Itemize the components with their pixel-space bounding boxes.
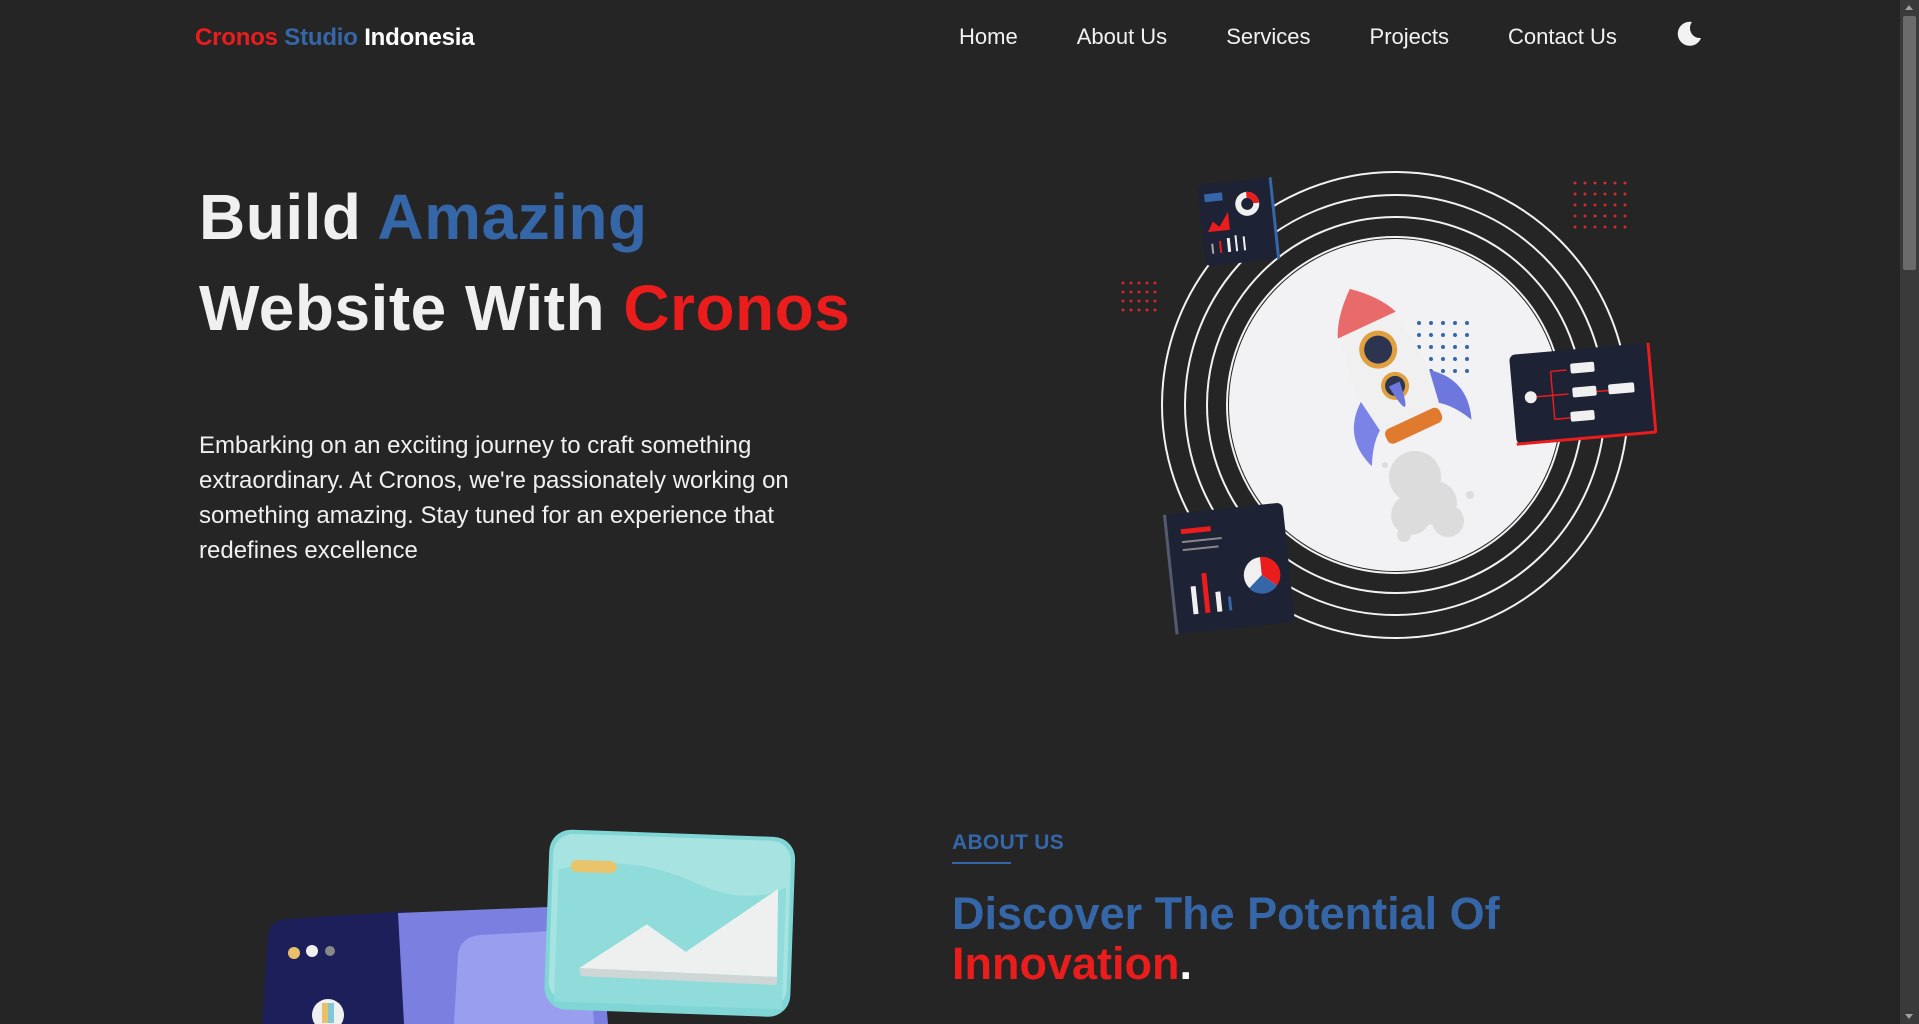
- about-eyebrow-underline: [952, 862, 1011, 864]
- hero-title-amazing: Amazing: [377, 181, 648, 253]
- about-title: Discover The Potential Of Innovation.: [952, 889, 1500, 989]
- logo-part-studio: Studio: [284, 24, 358, 51]
- logo-part-indonesia: Indonesia: [364, 24, 475, 51]
- moon-icon: [1677, 21, 1701, 46]
- theme-toggle-button[interactable]: [1674, 19, 1704, 49]
- hero-title-cronos: Cronos: [623, 272, 851, 344]
- scroll-up-arrow-icon[interactable]: [1905, 5, 1913, 10]
- hero-title: Build Amazing Website With Cronos: [199, 172, 850, 354]
- hero-title-build: Build: [199, 181, 378, 253]
- nav-about-us[interactable]: About Us: [1077, 24, 1168, 50]
- nav-services[interactable]: Services: [1226, 24, 1310, 50]
- about-title-innovation: Innovation: [952, 938, 1180, 989]
- page-scrollbar[interactable]: [1900, 0, 1919, 1024]
- scroll-thumb[interactable]: [1903, 16, 1916, 270]
- logo-part-cronos: Cronos: [195, 24, 278, 51]
- hero-title-website-with: Website With: [199, 272, 624, 344]
- scroll-down-arrow-icon[interactable]: [1905, 1014, 1913, 1019]
- nav-contact-us[interactable]: Contact Us: [1508, 24, 1617, 50]
- main-nav: Home About Us Services Projects Contact …: [959, 24, 1617, 50]
- site-logo[interactable]: Cronos Studio Indonesia: [195, 24, 475, 52]
- about-title-period: .: [1179, 938, 1192, 989]
- rocket-launch-illustration: [1115, 165, 1675, 645]
- about-title-line1: Discover The Potential Of: [952, 888, 1500, 939]
- nav-home[interactable]: Home: [959, 24, 1018, 50]
- nav-projects[interactable]: Projects: [1370, 24, 1449, 50]
- site-header: Cronos Studio Indonesia Home About Us Se…: [0, 0, 1900, 76]
- hero-description: Embarking on an exciting journey to craf…: [199, 432, 789, 564]
- about-eyebrow: ABOUT US: [952, 831, 1065, 854]
- website-cards-illustration: [258, 825, 818, 1024]
